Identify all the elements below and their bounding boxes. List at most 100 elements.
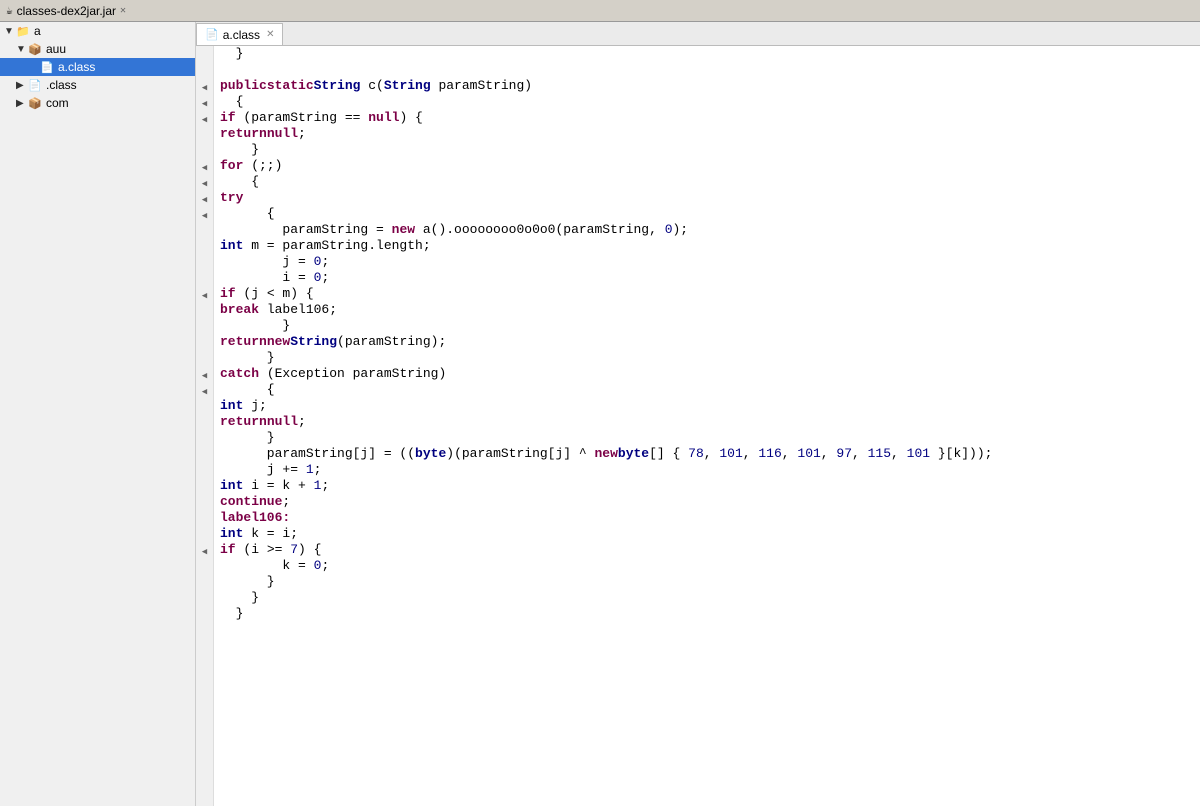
gutter-arrow-14 bbox=[196, 272, 214, 288]
gutter-arrow-34 bbox=[196, 592, 214, 608]
tab-icon: 📄 bbox=[205, 28, 219, 41]
sidebar-item-a-label: a bbox=[34, 24, 41, 38]
gutter-arrow-25 bbox=[196, 448, 214, 464]
code-line: } bbox=[214, 574, 1200, 590]
expand-arrow-auu: ▼ bbox=[16, 44, 28, 55]
code-line: } bbox=[214, 590, 1200, 606]
gutter-arrow-13 bbox=[196, 256, 214, 272]
code-line: paramString[j] = ((byte)(paramString[j] … bbox=[214, 446, 1200, 462]
gutter-arrow-30 bbox=[196, 528, 214, 544]
tab-label: a.class bbox=[223, 28, 260, 42]
code-line: return null; bbox=[214, 414, 1200, 430]
title-bar-close[interactable]: ✕ bbox=[120, 5, 126, 17]
gutter-arrow-11 bbox=[196, 224, 214, 240]
gutter-arrow-33 bbox=[196, 576, 214, 592]
gutter-arrow-8[interactable]: ◀ bbox=[196, 176, 214, 192]
sidebar-item-a[interactable]: ▼ 📁 a bbox=[0, 22, 195, 40]
gutter-arrow-10[interactable]: ◀ bbox=[196, 208, 214, 224]
code-line: try bbox=[214, 190, 1200, 206]
code-editor[interactable]: } public static String c(String paramStr… bbox=[214, 46, 1200, 806]
main-layout: ▼ 📁 a ▼ 📦 auu 📄 a.class ▶ 📄 .class ▶ 📦 c… bbox=[0, 22, 1200, 806]
code-line: { bbox=[214, 94, 1200, 110]
title-bar-label: classes-dex2jar.jar bbox=[17, 4, 116, 18]
expand-arrow-com: ▶ bbox=[16, 98, 28, 109]
gutter-arrow-16 bbox=[196, 304, 214, 320]
gutter-arrow-18 bbox=[196, 336, 214, 352]
code-line: i = 0; bbox=[214, 270, 1200, 286]
gutter-arrow-19 bbox=[196, 352, 214, 368]
gutter-arrow-23 bbox=[196, 416, 214, 432]
code-line: } bbox=[214, 430, 1200, 446]
code-line: { bbox=[214, 382, 1200, 398]
code-line: int i = k + 1; bbox=[214, 478, 1200, 494]
gutter-arrow-7[interactable]: ◀ bbox=[196, 160, 214, 176]
gutter-arrow-9[interactable]: ◀ bbox=[196, 192, 214, 208]
code-line: for (;;) bbox=[214, 158, 1200, 174]
gutter-arrow-3[interactable]: ◀ bbox=[196, 96, 214, 112]
tab-close-button[interactable]: ✕ bbox=[266, 29, 274, 40]
gutter-arrow-17 bbox=[196, 320, 214, 336]
editor-area: 📄 a.class ✕ ◀◀◀◀◀◀◀◀◀◀◀ } public static … bbox=[196, 22, 1200, 806]
code-gutter: ◀◀◀◀◀◀◀◀◀◀◀ bbox=[196, 46, 214, 806]
title-bar: ☕ classes-dex2jar.jar ✕ bbox=[0, 0, 1200, 22]
code-line bbox=[214, 62, 1200, 78]
gutter-arrow-27 bbox=[196, 480, 214, 496]
gutter-arrow-31[interactable]: ◀ bbox=[196, 544, 214, 560]
title-bar-icon: ☕ bbox=[6, 4, 13, 18]
class-icon-aclass: 📄 bbox=[40, 61, 56, 74]
expand-arrow-a: ▼ bbox=[4, 26, 16, 37]
gutter-arrow-5 bbox=[196, 128, 214, 144]
code-line: public static String c(String paramStrin… bbox=[214, 78, 1200, 94]
sidebar-item-com[interactable]: ▶ 📦 com bbox=[0, 94, 195, 112]
gutter-arrow-2[interactable]: ◀ bbox=[196, 80, 214, 96]
gutter-arrow-22 bbox=[196, 400, 214, 416]
folder-icon-a: 📁 bbox=[16, 25, 32, 38]
code-line: int m = paramString.length; bbox=[214, 238, 1200, 254]
code-line: catch (Exception paramString) bbox=[214, 366, 1200, 382]
gutter-arrow-29 bbox=[196, 512, 214, 528]
sidebar-item-aclass-label: a.class bbox=[58, 60, 95, 74]
expand-arrow-dotclass: ▶ bbox=[16, 80, 28, 91]
tab-bar: 📄 a.class ✕ bbox=[196, 22, 1200, 46]
tab-aclass[interactable]: 📄 a.class ✕ bbox=[196, 23, 283, 45]
gutter-arrow-26 bbox=[196, 464, 214, 480]
code-line: { bbox=[214, 174, 1200, 190]
code-line: { bbox=[214, 206, 1200, 222]
sidebar-item-aclass[interactable]: 📄 a.class bbox=[0, 58, 195, 76]
code-line: int j; bbox=[214, 398, 1200, 414]
gutter-arrow-20[interactable]: ◀ bbox=[196, 368, 214, 384]
code-line: j += 1; bbox=[214, 462, 1200, 478]
gutter-arrow-24 bbox=[196, 432, 214, 448]
code-line: } bbox=[214, 142, 1200, 158]
code-line: break label106; bbox=[214, 302, 1200, 318]
gutter-arrow-28 bbox=[196, 496, 214, 512]
code-line: continue; bbox=[214, 494, 1200, 510]
code-line: if (paramString == null) { bbox=[214, 110, 1200, 126]
package-icon-com: 📦 bbox=[28, 97, 44, 110]
gutter-arrow-1 bbox=[196, 64, 214, 80]
gutter-arrow-6 bbox=[196, 144, 214, 160]
code-line: if (i >= 7) { bbox=[214, 542, 1200, 558]
gutter-arrow-0 bbox=[196, 48, 214, 64]
code-line: paramString = new a().oooooooo0o0o0(para… bbox=[214, 222, 1200, 238]
code-line: return new String(paramString); bbox=[214, 334, 1200, 350]
code-line: k = 0; bbox=[214, 558, 1200, 574]
sidebar-item-dotclass[interactable]: ▶ 📄 .class bbox=[0, 76, 195, 94]
code-line: } bbox=[214, 46, 1200, 62]
gutter-arrow-4[interactable]: ◀ bbox=[196, 112, 214, 128]
code-line: } bbox=[214, 350, 1200, 366]
sidebar-item-com-label: com bbox=[46, 96, 69, 110]
gutter-arrow-15[interactable]: ◀ bbox=[196, 288, 214, 304]
code-container[interactable]: ◀◀◀◀◀◀◀◀◀◀◀ } public static String c(Str… bbox=[196, 46, 1200, 806]
code-line: int k = i; bbox=[214, 526, 1200, 542]
code-line: return null; bbox=[214, 126, 1200, 142]
gutter-arrow-21[interactable]: ◀ bbox=[196, 384, 214, 400]
class-icon-dotclass: 📄 bbox=[28, 79, 44, 92]
code-line: label106: bbox=[214, 510, 1200, 526]
gutter-arrow-35 bbox=[196, 608, 214, 624]
sidebar-item-auu-label: auu bbox=[46, 42, 66, 56]
gutter-arrow-32 bbox=[196, 560, 214, 576]
code-line: if (j < m) { bbox=[214, 286, 1200, 302]
gutter-arrow-12 bbox=[196, 240, 214, 256]
sidebar-item-auu[interactable]: ▼ 📦 auu bbox=[0, 40, 195, 58]
